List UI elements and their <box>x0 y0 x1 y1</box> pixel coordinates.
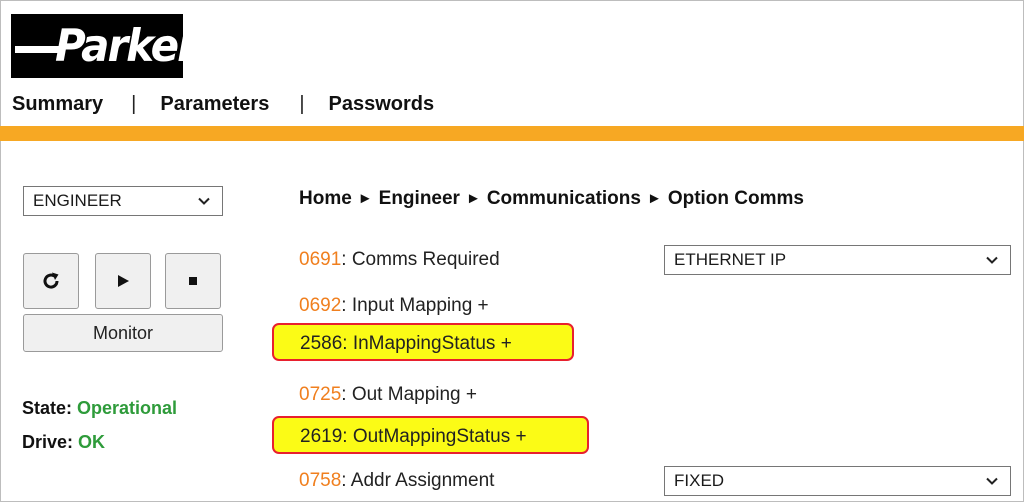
accent-bar <box>0 126 1024 141</box>
logo-bar <box>15 46 59 53</box>
comms-required-select[interactable]: ETHERNET IP <box>664 245 1011 275</box>
param-number[interactable]: 2619 <box>300 426 342 447</box>
param-number[interactable]: 0758 <box>299 470 341 491</box>
refresh-icon <box>43 272 59 289</box>
param-label: : Out Mapping + <box>341 384 477 405</box>
param-row[interactable]: 0725: Out Mapping + <box>299 384 477 406</box>
refresh-button[interactable] <box>23 253 79 309</box>
chevron-down-icon <box>986 256 998 264</box>
param-number[interactable]: 0725 <box>299 384 341 405</box>
nav-passwords[interactable]: Passwords <box>329 93 435 116</box>
nav-summary[interactable]: Summary <box>12 93 103 116</box>
drive-label: Drive: <box>22 432 74 452</box>
stop-button[interactable] <box>165 253 221 309</box>
state-label: State: <box>22 398 73 418</box>
nav-separator: | <box>131 93 137 115</box>
param-row: 0691: Comms Required <box>299 249 500 271</box>
breadcrumb-arrow-icon: ► <box>646 190 662 207</box>
param-label: : Addr Assignment <box>341 470 495 491</box>
nav-parameters[interactable]: Parameters <box>160 93 269 116</box>
stop-icon <box>189 277 197 285</box>
chevron-down-icon <box>198 197 210 205</box>
breadcrumb-communications[interactable]: Communications <box>487 188 641 209</box>
param-number[interactable]: 2586 <box>300 333 342 354</box>
state-value: Operational <box>77 398 178 418</box>
param-row-highlighted[interactable]: 2619: OutMappingStatus + <box>272 416 589 454</box>
chevron-down-icon <box>986 477 998 485</box>
param-number[interactable]: 0691 <box>299 249 341 270</box>
param-row: 0758: Addr Assignment <box>299 470 494 492</box>
breadcrumb-arrow-icon: ► <box>465 190 481 207</box>
run-button[interactable] <box>95 253 151 309</box>
breadcrumb-home[interactable]: Home <box>299 188 352 209</box>
breadcrumb-engineer[interactable]: Engineer <box>379 188 460 209</box>
parker-logo: Parker <box>11 14 183 78</box>
nav-separator: | <box>299 93 305 115</box>
access-level-select[interactable]: ENGINEER <box>23 186 223 216</box>
param-label: : OutMappingStatus + <box>342 426 527 447</box>
breadcrumb-option-comms: Option Comms <box>667 188 804 209</box>
top-nav: Summary | Parameters | Passwords <box>12 93 434 116</box>
access-level-value: ENGINEER <box>33 191 122 210</box>
drive-status: Drive: OK <box>22 432 105 453</box>
monitor-button[interactable]: Monitor <box>23 314 223 352</box>
drive-value: OK <box>78 432 106 452</box>
logo-text: Parker <box>55 20 183 72</box>
param-row[interactable]: 0692: Input Mapping + <box>299 295 489 317</box>
param-number[interactable]: 0692 <box>299 295 341 316</box>
play-icon <box>118 275 129 287</box>
param-label: : Comms Required <box>341 249 500 270</box>
param-label: : InMappingStatus + <box>342 333 512 354</box>
comms-required-value: ETHERNET IP <box>674 250 787 269</box>
param-label: : Input Mapping + <box>341 295 489 316</box>
breadcrumb-arrow-icon: ► <box>357 190 373 207</box>
param-row-highlighted[interactable]: 2586: InMappingStatus + <box>272 323 574 361</box>
addr-assignment-value: FIXED <box>674 471 725 490</box>
state-status: State: Operational <box>22 398 177 419</box>
breadcrumb: Home ► Engineer ► Communications ► Option Comm… <box>299 188 804 210</box>
addr-assignment-select[interactable]: FIXED <box>664 466 1011 496</box>
